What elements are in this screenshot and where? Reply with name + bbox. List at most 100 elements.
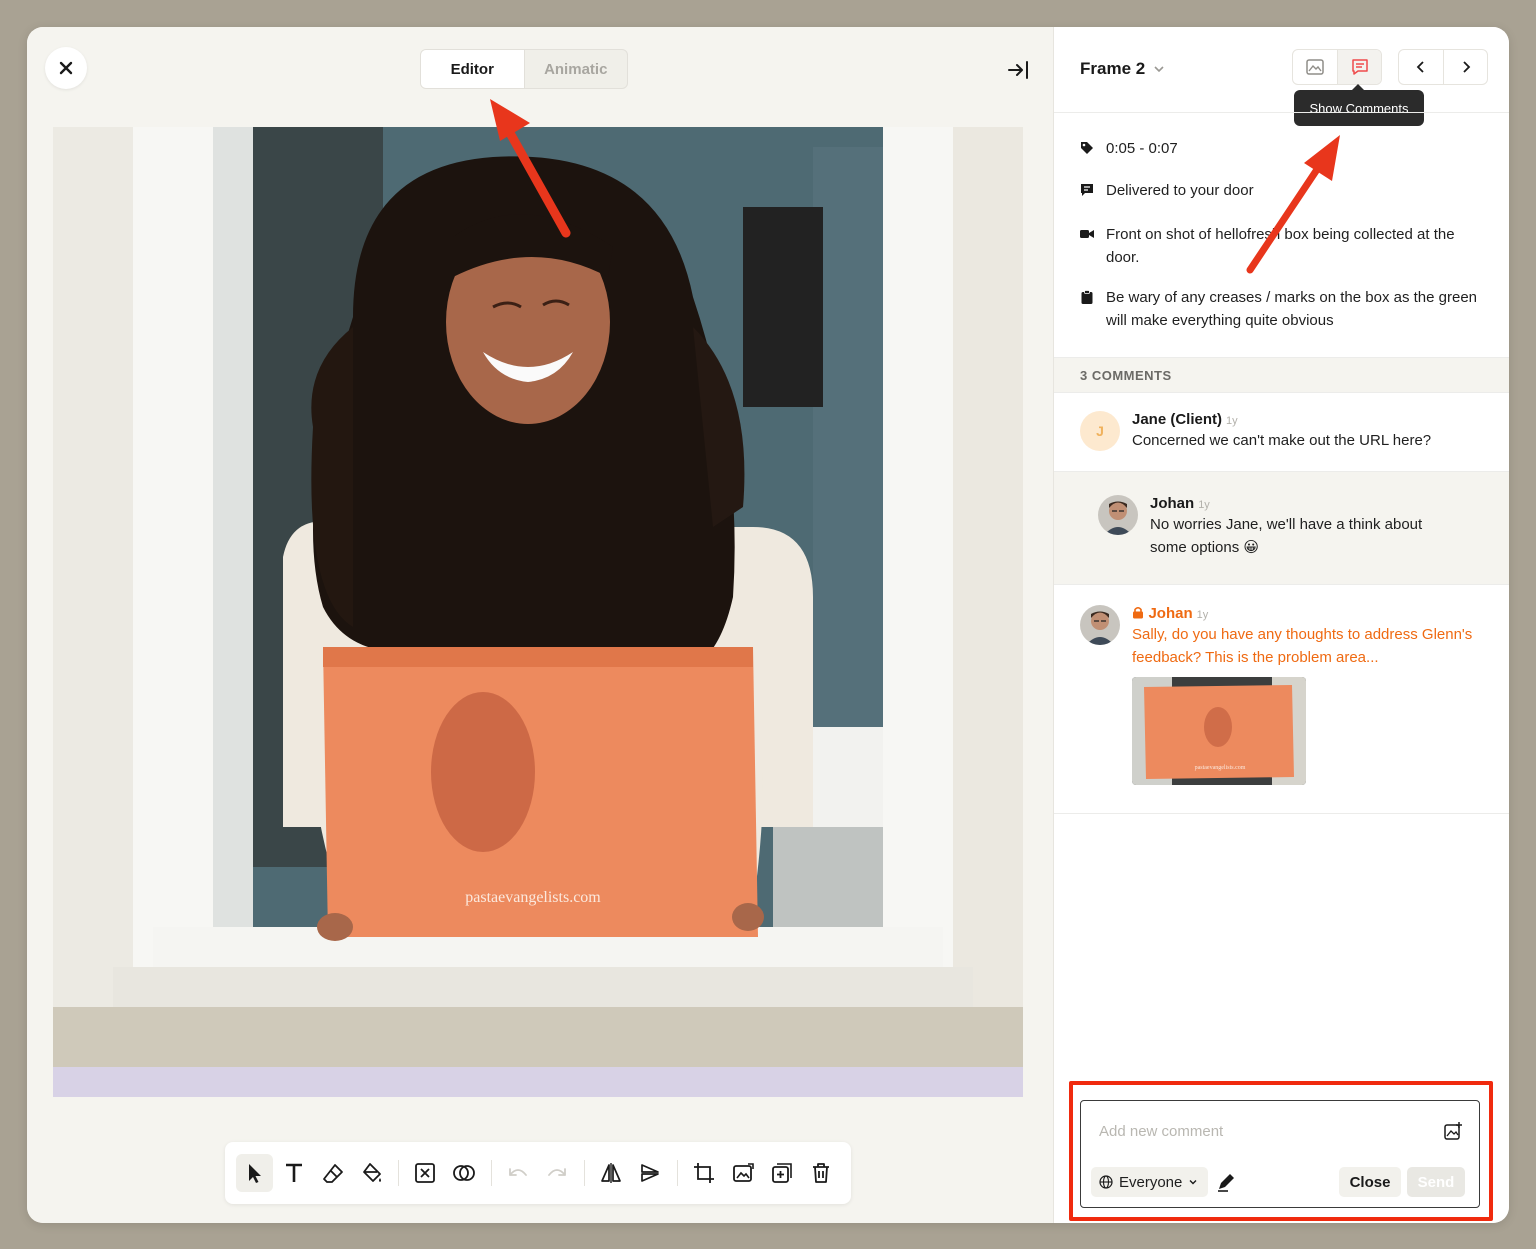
- ellipse-tool[interactable]: [446, 1154, 483, 1192]
- meta-shot-text: Front on shot of hellofresh box being co…: [1106, 226, 1455, 266]
- meta-note-text: Be wary of any creases / marks on the bo…: [1106, 289, 1478, 329]
- add-frame-button[interactable]: [764, 1154, 801, 1192]
- image-plus-icon: [1444, 1122, 1462, 1140]
- toolbar-divider: [490, 1160, 492, 1186]
- meta-note[interactable]: Be wary of any creases / marks on the bo…: [1080, 286, 1480, 332]
- text-tool[interactable]: [275, 1154, 312, 1192]
- rectangle-tool[interactable]: [407, 1154, 444, 1192]
- trash-icon: [813, 1163, 830, 1183]
- crop-icon: [694, 1163, 715, 1183]
- close-modal-button[interactable]: [45, 47, 87, 89]
- send-comment-button[interactable]: Send: [1407, 1167, 1465, 1197]
- private-comment-item[interactable]: Johan 1y Sally, do you have any thoughts …: [1054, 605, 1509, 785]
- comment-composer: Add new comment Everyone Close Send: [1080, 1100, 1480, 1208]
- video-camera-icon: [1080, 230, 1094, 238]
- comment-attachment-thumbnail[interactable]: pastaevangelists.com: [1132, 677, 1306, 785]
- cursor-icon: [248, 1164, 261, 1183]
- divider: [1054, 813, 1509, 814]
- audience-select[interactable]: Everyone: [1091, 1167, 1209, 1197]
- ellipses-icon: [453, 1165, 476, 1181]
- tab-editor[interactable]: Editor: [421, 50, 525, 88]
- comment-input[interactable]: Add new comment: [1099, 1123, 1223, 1140]
- meta-time-text: 0:05 - 0:07: [1106, 140, 1178, 157]
- delete-button[interactable]: [803, 1154, 840, 1192]
- comment-time: 1y: [1198, 499, 1210, 511]
- redo-button[interactable]: [539, 1154, 576, 1192]
- meta-time[interactable]: 0:05 - 0:07: [1080, 137, 1480, 160]
- undo-button[interactable]: [500, 1154, 537, 1192]
- flip-horizontal-icon: [601, 1163, 622, 1183]
- comment-author: Jane (Client): [1132, 411, 1223, 428]
- comment-text: Concerned we can't make out the URL here…: [1132, 432, 1432, 449]
- avatar: [1098, 495, 1138, 535]
- storyboard-frame-modal: Editor Animatic pastaevangelists.com Fra…: [27, 27, 1509, 1223]
- image-icon: [1306, 59, 1324, 75]
- tab-animatic[interactable]: Animatic: [525, 50, 628, 88]
- divider: [1054, 112, 1509, 113]
- eraser-icon: [322, 1164, 343, 1183]
- frame-title: Frame 2: [1080, 59, 1146, 78]
- replace-image-button[interactable]: [725, 1154, 762, 1192]
- meta-shot[interactable]: Front on shot of hellofresh box being co…: [1080, 223, 1480, 269]
- caption-icon: [1081, 184, 1093, 196]
- box-x-icon: [415, 1163, 436, 1183]
- draw-annotation-button[interactable]: [1215, 1171, 1237, 1198]
- meta-title-text: Delivered to your door: [1106, 182, 1254, 199]
- flip-vertical-button[interactable]: [632, 1154, 669, 1192]
- comment-item[interactable]: J Jane (Client) 1y Concerned we can't mak…: [1054, 411, 1509, 452]
- view-toggle-group: [1292, 49, 1382, 85]
- comment-time: 1y: [1226, 415, 1238, 427]
- flip-vertical-icon: [641, 1164, 660, 1182]
- frame-selector[interactable]: Frame 2: [1080, 59, 1165, 79]
- crop-button[interactable]: [686, 1154, 723, 1192]
- comment-icon: [1351, 59, 1368, 75]
- thumb-url-text: pastaevangelists.com: [1195, 765, 1246, 771]
- fill-tool[interactable]: [353, 1154, 390, 1192]
- editor-pane: Editor Animatic pastaevangelists.com: [27, 27, 1053, 1223]
- frame-nav-group: [1398, 49, 1488, 85]
- meta-title[interactable]: Delivered to your door: [1080, 179, 1480, 202]
- comments-count-header: 3 COMMENTS: [1054, 357, 1509, 393]
- chevron-left-icon: [1416, 61, 1424, 73]
- avatar: J: [1080, 411, 1120, 451]
- close-icon: [59, 61, 73, 75]
- box-url-text: pastaevangelists.com: [465, 889, 601, 906]
- close-composer-button[interactable]: Close: [1339, 1167, 1401, 1197]
- eraser-tool[interactable]: [314, 1154, 351, 1192]
- arrow-right-to-bar-icon: [1008, 61, 1028, 79]
- toolbar-divider: [676, 1160, 678, 1186]
- mode-tabs: Editor Animatic: [420, 49, 628, 89]
- toolbar-divider: [398, 1160, 399, 1186]
- show-comments-button[interactable]: [1337, 50, 1381, 84]
- comment-reply[interactable]: Johan 1y No worries Jane, we'll have a th…: [1054, 495, 1509, 559]
- tag-icon: [1081, 142, 1093, 154]
- attach-image-button[interactable]: [1443, 1121, 1463, 1146]
- fill-icon: [362, 1163, 381, 1182]
- drawing-toolbar: [225, 1142, 851, 1204]
- clipboard-icon: [1081, 290, 1093, 304]
- show-image-button[interactable]: [1293, 50, 1337, 84]
- collapse-panel-button[interactable]: [1005, 57, 1031, 83]
- flip-horizontal-button[interactable]: [593, 1154, 630, 1192]
- previous-frame-button[interactable]: [1399, 50, 1443, 84]
- chevron-right-icon: [1462, 61, 1470, 73]
- avatar: [1080, 605, 1120, 645]
- comment-author: Johan: [1150, 495, 1195, 512]
- next-frame-button[interactable]: [1443, 50, 1487, 84]
- toolbar-divider: [583, 1160, 585, 1186]
- chevron-down-icon: [1189, 1180, 1197, 1185]
- pen-icon: [1218, 1174, 1234, 1192]
- add-layer-icon: [772, 1163, 793, 1183]
- audience-label: Everyone: [1119, 1173, 1183, 1191]
- frame-image[interactable]: pastaevangelists.com: [53, 127, 1023, 1097]
- image-icon: [733, 1163, 755, 1182]
- comment-text: Sally, do you have any thoughts to addre…: [1132, 626, 1473, 666]
- frame-details-panel: Frame 2 Show Comments 0:05 - 0:07 Delive…: [1053, 27, 1509, 1223]
- lock-icon: [1133, 606, 1143, 619]
- frame-illustration: pastaevangelists.com: [53, 127, 1023, 1097]
- select-tool[interactable]: [236, 1154, 273, 1192]
- show-comments-tooltip: Show Comments: [1294, 84, 1424, 126]
- globe-icon: [1099, 1175, 1113, 1189]
- comment-text: No worries Jane, we'll have a think abou…: [1150, 516, 1423, 556]
- comment-time: 1y: [1196, 609, 1209, 621]
